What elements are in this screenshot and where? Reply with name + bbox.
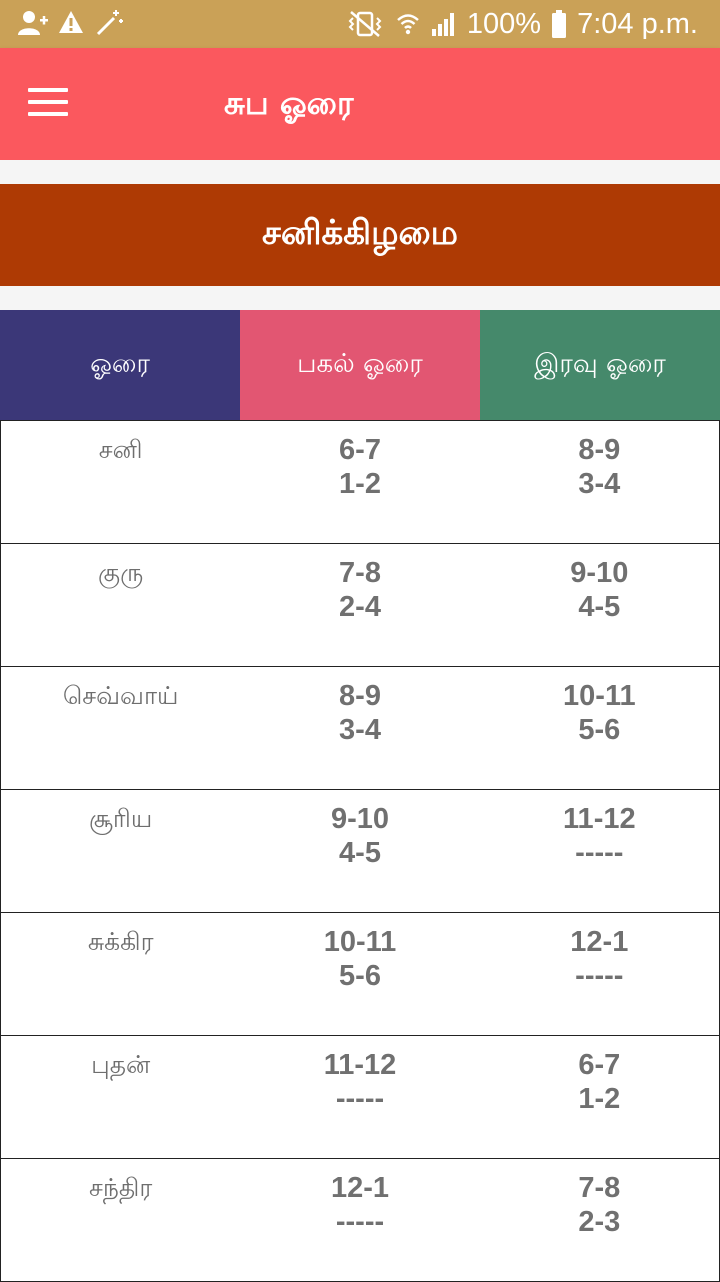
day-time-1: 10-11 (323, 926, 397, 958)
day-hora-times: 6-7 1-2 (240, 421, 479, 543)
add-person-icon (18, 11, 48, 35)
day-time-1: 7-8 (339, 557, 381, 589)
wifi-icon (397, 14, 419, 35)
night-time-2: 2-3 (578, 1206, 621, 1238)
night-time-1: 8-9 (578, 434, 621, 466)
header-hora: ஓரை (0, 310, 240, 420)
table-row: சூரிய 9-10 4-5 11-12 ----- (0, 789, 720, 912)
planet-name: குரு (98, 558, 144, 587)
planet-name: சந்திர (89, 1173, 153, 1202)
day-hora-times: 9-10 4-5 (240, 790, 479, 912)
day-hora-times: 11-12 ----- (240, 1036, 479, 1158)
battery-percent: 100% (466, 8, 542, 40)
day-hora-times: 12-1 ----- (240, 1159, 479, 1281)
planet-name: புதன் (91, 1050, 151, 1079)
night-hora-times: 6-7 1-2 (480, 1036, 719, 1158)
magic-wand-icon (96, 10, 123, 36)
battery-icon (552, 10, 567, 38)
table-row: சந்திர 12-1 ----- 7-8 2-3 (0, 1158, 720, 1282)
night-time-2: 1-2 (578, 1083, 621, 1115)
table-row: சனி 6-7 1-2 8-9 3-4 (0, 420, 720, 543)
night-hora-times: 7-8 2-3 (480, 1159, 719, 1281)
day-hora-times: 10-11 5-6 (240, 913, 479, 1035)
day-time-1: 9-10 (330, 803, 390, 835)
day-hora-times: 8-9 3-4 (240, 667, 479, 789)
table-row: குரு 7-8 2-4 9-10 4-5 (0, 543, 720, 666)
clock: 7:04 p.m. (577, 8, 698, 40)
day-banner: சனிக்கிழமை (0, 184, 720, 286)
day-time-2: ----- (335, 1206, 385, 1238)
day-time-1: 12-1 (330, 1172, 390, 1204)
night-time-2: 5-6 (578, 714, 621, 746)
night-hora-times: 12-1 ----- (480, 913, 719, 1035)
vibrate-mute-icon (348, 11, 382, 37)
signal-icon (431, 13, 454, 36)
night-time-2: 4-5 (578, 591, 621, 623)
warning-icon (59, 11, 83, 33)
planet-name: செவ்வாய் (62, 681, 179, 710)
day-time-2: 3-4 (339, 714, 381, 746)
status-right: 100% 7:04 p.m. (345, 6, 698, 42)
day-time-2: 5-6 (339, 960, 381, 992)
table-row: புதன் 11-12 ----- 6-7 1-2 (0, 1035, 720, 1158)
day-time-1: 6-7 (339, 434, 381, 466)
night-time-1: 7-8 (578, 1172, 621, 1204)
night-hora-times: 11-12 ----- (480, 790, 719, 912)
night-hora-times: 10-11 5-6 (480, 667, 719, 789)
status-left-icons (18, 8, 124, 36)
night-time-1: 9-10 (570, 557, 629, 589)
day-hora-times: 7-8 2-4 (240, 544, 479, 666)
table-header: ஓரை பகல் ஓரை இரவு ஓரை (0, 310, 720, 420)
planet-name: சனி (98, 435, 143, 464)
night-time-1: 10-11 (563, 680, 636, 712)
header-day-hora: பகல் ஓரை (240, 310, 480, 420)
night-time-2: ----- (575, 960, 624, 992)
night-time-1: 12-1 (570, 926, 629, 958)
night-hora-times: 9-10 4-5 (480, 544, 719, 666)
day-time-1: 11-12 (323, 1049, 397, 1081)
planet-name: சுக்கிர (87, 927, 154, 956)
hora-table: சனி 6-7 1-2 8-9 3-4 குரு 7-8 2-4 9-10 4-… (0, 420, 720, 1282)
day-time-2: 1-2 (339, 468, 381, 500)
day-time-2: 2-4 (339, 591, 381, 623)
table-row: சுக்கிர 10-11 5-6 12-1 ----- (0, 912, 720, 1035)
day-time-2: 4-5 (339, 837, 381, 869)
day-time-2: ----- (335, 1083, 385, 1115)
app-bar: சுப ஓரை (0, 48, 720, 160)
night-time-1: 11-12 (563, 803, 636, 835)
night-hora-times: 8-9 3-4 (480, 421, 719, 543)
night-time-2: 3-4 (578, 468, 621, 500)
night-time-2: ----- (575, 837, 624, 869)
status-bar: 100% 7:04 p.m. (0, 0, 720, 48)
app-title: சுப ஓரை (224, 84, 354, 122)
day-time-1: 8-9 (339, 680, 381, 712)
header-night-hora: இரவு ஓரை (480, 310, 720, 420)
night-time-1: 6-7 (578, 1049, 621, 1081)
table-row: செவ்வாய் 8-9 3-4 10-11 5-6 (0, 666, 720, 789)
planet-name: சூரிய (88, 804, 153, 833)
hamburger-menu-icon[interactable] (28, 88, 68, 118)
